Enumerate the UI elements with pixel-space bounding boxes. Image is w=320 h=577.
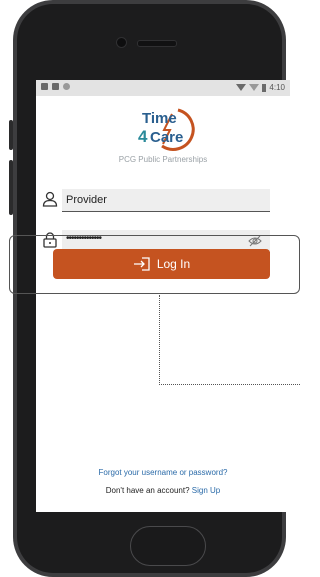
signup-prompt: Don't have an account?: [105, 486, 190, 495]
notification-icon: [41, 83, 48, 90]
battery-icon: [262, 83, 267, 92]
home-button[interactable]: [130, 526, 206, 566]
username-field[interactable]: Provider: [42, 189, 272, 212]
time4care-logo: Time 4 Care: [36, 104, 290, 157]
earpiece-speaker: [137, 40, 177, 47]
front-camera: [116, 37, 127, 48]
status-icons-left: [41, 83, 70, 90]
signup-link[interactable]: Sign Up: [192, 486, 220, 495]
logo-time: Time: [142, 110, 177, 127]
status-time: 4:10: [269, 83, 285, 92]
callout-connector-horizontal: [159, 384, 300, 385]
logo-care: Care: [150, 129, 183, 146]
volume-button: [9, 120, 13, 150]
logo-four: 4: [138, 127, 148, 146]
signup-row: Don't have an account? Sign Up: [36, 486, 290, 495]
side-button: [9, 160, 13, 215]
status-icons-right: 4:10: [236, 83, 285, 92]
wifi-icon: [236, 84, 247, 91]
callout-highlight-box: [9, 235, 300, 294]
storage-icon: [52, 83, 59, 90]
username-input[interactable]: Provider: [62, 189, 270, 212]
logo-tagline: PCG Public Partnerships: [118, 155, 208, 164]
user-icon: [42, 191, 58, 207]
logo-mark: Time 4 Care: [138, 108, 195, 151]
status-bar: 4:10: [36, 80, 290, 96]
sync-icon: [63, 83, 70, 90]
callout-connector-vertical: [159, 295, 160, 385]
app-screen: 4:10 Time 4 Care PCG Public Partnerships…: [36, 80, 290, 512]
username-value: Provider: [66, 194, 107, 206]
forgot-credentials-link[interactable]: Forgot your username or password?: [36, 468, 290, 477]
signal-icon: [249, 84, 260, 91]
